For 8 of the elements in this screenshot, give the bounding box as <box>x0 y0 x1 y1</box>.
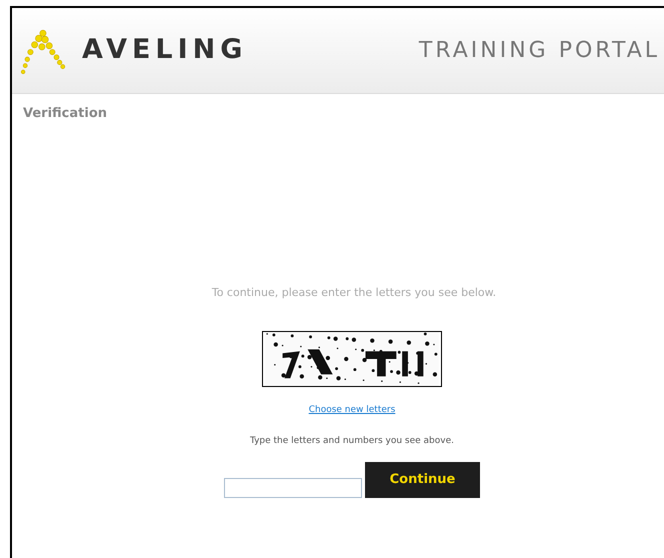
continue-button[interactable]: Continue <box>365 462 480 498</box>
portal-title: TRAINING PORTAL <box>418 37 660 65</box>
brand-name: AVELING <box>82 33 248 68</box>
page-title: Verification <box>23 105 108 123</box>
instruction-text: To continue, please enter the letters you see below. <box>212 284 496 300</box>
choose-new-letters-link[interactable]: Choose new letters <box>308 404 396 418</box>
hint-text: Type the letters and numbers you see above. <box>250 434 454 448</box>
code-input-field[interactable] <box>224 478 362 498</box>
